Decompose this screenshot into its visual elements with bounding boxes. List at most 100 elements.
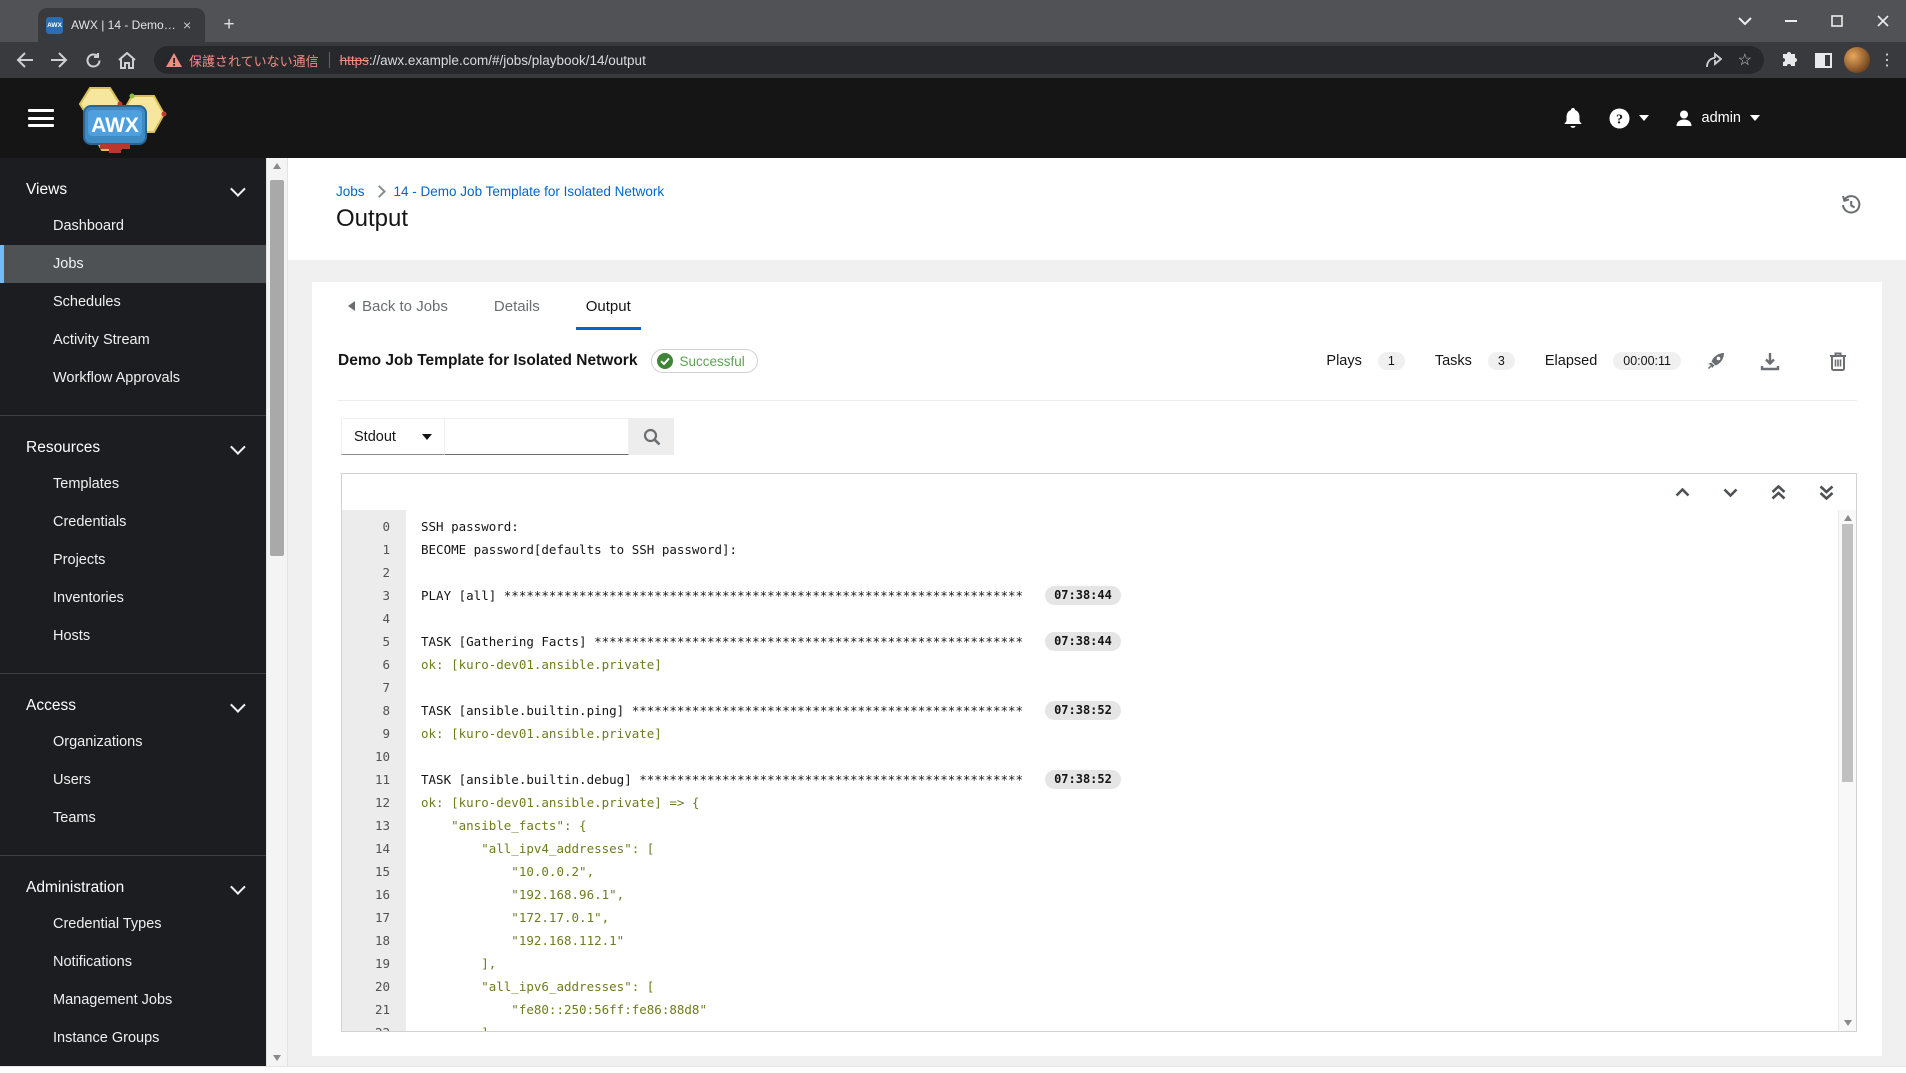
sidebar-item-notifications[interactable]: Notifications (0, 943, 266, 981)
tab-output[interactable]: Output (576, 282, 641, 330)
console-line[interactable]: 20 "all_ipv6_addresses": [ (342, 975, 1838, 998)
job-output-console[interactable]: 0 SSH password: 1 BECOME password[defaults … (342, 510, 1838, 1031)
side-panel-icon[interactable] (1806, 45, 1840, 75)
browser-menu-kebab-icon[interactable]: ⋮ (1874, 50, 1900, 70)
console-line[interactable]: 7 (342, 676, 1838, 699)
console-line[interactable]: 13 "ansible_facts": { (342, 814, 1838, 837)
browser-toolbar: 保護されていない通信 https ://awx.example.com/#/jo… (0, 42, 1906, 78)
window-minimize-button[interactable] (1768, 0, 1814, 42)
nav-group-title[interactable]: Access (0, 689, 266, 723)
console-line[interactable]: 8 TASK [ansible.builtin.ping] ***********… (342, 699, 1838, 722)
sidebar-item-dashboard[interactable]: Dashboard (0, 207, 266, 245)
console-line[interactable]: 6 ok: [kuro-dev01.ansible.private] (342, 653, 1838, 676)
console-line[interactable]: 19 ], (342, 952, 1838, 975)
sidebar-item-schedules[interactable]: Schedules (0, 283, 266, 321)
share-icon[interactable] (1705, 52, 1722, 68)
sidebar-item-instance-groups[interactable]: Instance Groups (0, 1019, 266, 1057)
console-line[interactable]: 10 (342, 745, 1838, 768)
console-line[interactable]: 16 "192.168.96.1", (342, 883, 1838, 906)
console-scrollbar[interactable] (1838, 510, 1856, 1031)
sidebar-item-credential-types[interactable]: Credential Types (0, 905, 266, 943)
tab-back-label: Back to Jobs (362, 297, 448, 315)
scroll-previous-icon[interactable] (1658, 475, 1706, 509)
sidebar-item-users[interactable]: Users (0, 761, 266, 799)
console-line[interactable]: 22 ] (342, 1021, 1838, 1031)
home-icon[interactable] (110, 45, 144, 75)
console-line[interactable]: 9 ok: [kuro-dev01.ansible.private] (342, 722, 1838, 745)
svg-text:AWX: AWX (91, 114, 139, 137)
console-line[interactable]: 12 ok: [kuro-dev01.ansible.private] => { (342, 791, 1838, 814)
tab-details[interactable]: Details (484, 282, 550, 330)
breadcrumb-link[interactable]: Jobs (336, 184, 365, 199)
forward-icon[interactable] (42, 45, 76, 75)
page-scrollbar[interactable] (266, 158, 288, 1066)
awx-logo[interactable]: AWX (62, 82, 182, 154)
breadcrumb-link[interactable]: 14 - Demo Job Template for Isolated Netw… (394, 184, 665, 199)
console-scroll-down-icon[interactable] (1839, 1015, 1856, 1031)
tab-back-to-jobs[interactable]: Back to Jobs (338, 282, 458, 330)
help-question-icon[interactable]: ? (1609, 108, 1630, 129)
nav-group-title[interactable]: Administration (0, 871, 266, 905)
nav-group-title[interactable]: Views (0, 173, 266, 207)
tab-search-icon[interactable] (1722, 0, 1768, 42)
console-line[interactable]: 1 BECOME password[defaults to SSH passwor… (342, 538, 1838, 561)
download-icon[interactable] (1751, 346, 1789, 376)
scroll-up-arrow-icon[interactable] (267, 158, 287, 174)
scroll-bottom-icon[interactable] (1802, 475, 1850, 509)
stdout-filter-select[interactable]: Stdout (341, 418, 445, 455)
console-line[interactable]: 2 (342, 561, 1838, 584)
console-line[interactable]: 17 "172.17.0.1", (342, 906, 1838, 929)
sidebar-item-jobs[interactable]: Jobs (0, 245, 266, 283)
help-menu[interactable]: ? (1609, 108, 1649, 129)
sidebar-item-hosts[interactable]: Hosts (0, 617, 266, 655)
sidebar-item-organizations[interactable]: Organizations (0, 723, 266, 761)
not-secure-warning-icon[interactable] (166, 53, 182, 67)
browser-tab[interactable]: AWX AWX | 14 - Demo Job Template f × (38, 8, 205, 42)
user-menu[interactable]: admin (1675, 109, 1760, 127)
console-line[interactable]: 5 TASK [Gathering Facts] ****************… (342, 630, 1838, 653)
console-line[interactable]: 15 "10.0.0.2", (342, 860, 1838, 883)
delete-trash-icon[interactable] (1819, 346, 1857, 376)
not-secure-label[interactable]: 保護されていない通信 (189, 51, 319, 70)
nav-group-title[interactable]: Resources (0, 431, 266, 465)
window-maximize-button[interactable] (1814, 0, 1860, 42)
window-close-button[interactable] (1860, 0, 1906, 42)
sidebar-item-credentials[interactable]: Credentials (0, 503, 266, 541)
console-line[interactable]: 11 TASK [ansible.builtin.debug] *********… (342, 768, 1838, 791)
extensions-icon[interactable] (1772, 45, 1806, 75)
tab-close-icon[interactable]: × (183, 17, 191, 33)
new-tab-button[interactable]: + (216, 12, 242, 38)
nav-toggle-hamburger-icon[interactable] (28, 109, 54, 127)
console-scrollbar-thumb[interactable] (1842, 524, 1853, 782)
notifications-bell-icon[interactable] (1563, 107, 1583, 129)
address-bar[interactable]: 保護されていない通信 https ://awx.example.com/#/jo… (154, 46, 1764, 74)
sidebar-item-activity-stream[interactable]: Activity Stream (0, 321, 266, 359)
reload-icon[interactable] (76, 45, 110, 75)
sidebar-item-projects[interactable]: Projects (0, 541, 266, 579)
console-line[interactable]: 0 SSH password: (342, 515, 1838, 538)
search-button[interactable] (629, 418, 674, 455)
relaunch-rocket-icon[interactable] (1697, 346, 1735, 376)
sidebar-item-workflow-approvals[interactable]: Workflow Approvals (0, 359, 266, 397)
console-line[interactable]: 21 "fe80::250:56ff:fe86:88d8" (342, 998, 1838, 1021)
page-scrollbar-thumb[interactable] (270, 180, 284, 556)
console-line[interactable]: 3 PLAY [all] ****************************… (342, 584, 1838, 607)
sidebar-item-templates[interactable]: Templates (0, 465, 266, 503)
sidebar-item-teams[interactable]: Teams (0, 799, 266, 837)
bookmark-star-icon[interactable]: ☆ (1738, 50, 1752, 70)
sidebar-item-management-jobs[interactable]: Management Jobs (0, 981, 266, 1019)
status-badge[interactable]: Successful (651, 349, 758, 373)
tasks-count-badge: 3 (1487, 352, 1515, 370)
scroll-top-icon[interactable] (1754, 475, 1802, 509)
scroll-next-icon[interactable] (1706, 475, 1754, 509)
profile-avatar[interactable] (1840, 45, 1874, 75)
search-input[interactable] (445, 418, 629, 455)
console-line[interactable]: 4 (342, 607, 1838, 630)
history-icon[interactable] (1838, 192, 1864, 218)
console-line[interactable]: 18 "192.168.112.1" (342, 929, 1838, 952)
horizontal-scrollbar-track[interactable] (0, 1066, 1906, 1073)
console-line[interactable]: 14 "all_ipv4_addresses": [ (342, 837, 1838, 860)
sidebar-item-inventories[interactable]: Inventories (0, 579, 266, 617)
back-icon[interactable] (8, 45, 42, 75)
scroll-down-arrow-icon[interactable] (267, 1050, 287, 1066)
